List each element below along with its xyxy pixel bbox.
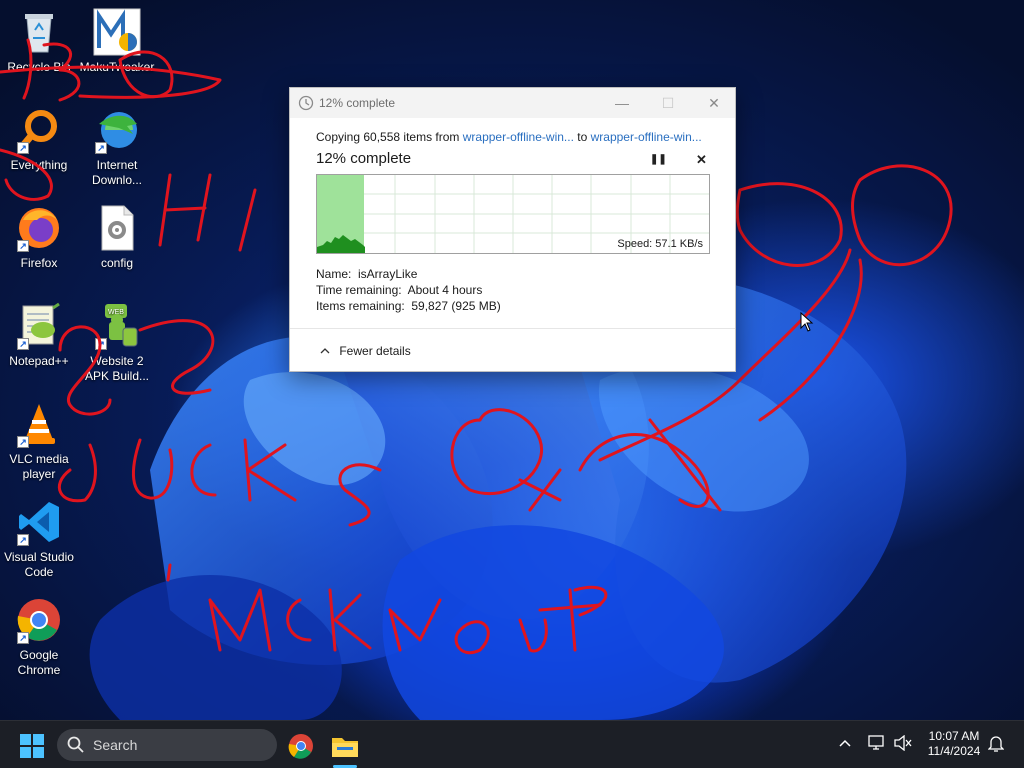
speed-readout: Speed: 57.1 KB/s: [617, 238, 703, 250]
recycle-bin-icon: [15, 8, 63, 56]
fewer-details-label: Fewer details: [339, 344, 411, 358]
volume-button[interactable]: [894, 734, 912, 754]
items-remaining-label: Items remaining:: [316, 299, 405, 313]
notepad-plus-plus-icon: ↗: [15, 302, 63, 350]
items-remaining-value: 59,827 (925 MB): [411, 299, 501, 313]
desktop-icon-chrome[interactable]: ↗ Google Chrome: [0, 596, 78, 678]
dialog-body: Copying 60,558 items from wrapper-offlin…: [316, 130, 710, 314]
shortcut-arrow-icon: ↗: [17, 142, 29, 154]
clock-date: 11/4/2024: [927, 744, 981, 758]
taskbar-search-box[interactable]: Search: [57, 729, 277, 761]
everything-search-icon: ↗: [15, 106, 63, 154]
desktop-icon-label: VLC media player: [9, 452, 69, 481]
desktop-icon-recycle-bin[interactable]: Recycle Bin: [0, 8, 78, 75]
internet-download-manager-icon: ↗: [93, 106, 141, 154]
desktop-icon-vscode[interactable]: ↗ Visual Studio Code: [0, 498, 78, 580]
desktop-icon-makutweaker[interactable]: MakuTweaker: [78, 8, 156, 75]
clock-time: 10:07 AM: [928, 729, 980, 743]
pause-button[interactable]: ❚❚: [650, 154, 667, 165]
cancel-copy-button[interactable]: ✕: [696, 152, 707, 168]
desktop-icon-everything[interactable]: ↗ Everything: [0, 106, 78, 173]
time-remaining-label: Time remaining:: [316, 283, 402, 297]
search-icon: [67, 736, 85, 757]
taskbar: Search 10:07 AM 11/4/2024: [0, 720, 1024, 768]
windows-logo-icon: [20, 734, 44, 758]
name-label: Name:: [316, 267, 352, 281]
network-button[interactable]: [868, 735, 886, 754]
dialog-titlebar[interactable]: 12% complete — ☐ ✕: [290, 88, 735, 118]
notifications-button[interactable]: [987, 735, 1005, 756]
volume-muted-icon: [894, 734, 912, 752]
items-remaining-row: Items remaining: 59,827 (925 MB): [316, 298, 709, 314]
time-remaining-value: About 4 hours: [407, 283, 483, 297]
shortcut-arrow-icon: ↗: [17, 436, 29, 448]
shortcut-arrow-icon: ↗: [17, 534, 29, 546]
desktop-icon-label: Website 2 APK Build...: [84, 354, 150, 383]
time-remaining-row: Time remaining: About 4 hours: [316, 282, 709, 298]
chevron-up-icon: [320, 345, 330, 355]
source-folder-link[interactable]: wrapper-offline-win...: [463, 130, 574, 144]
copy-summary: Copying 60,558 items from wrapper-offlin…: [316, 130, 709, 144]
desktop-icon-website2apk[interactable]: WEB ↗ Website 2 APK Build...: [78, 302, 156, 384]
chevron-up-icon: [839, 739, 851, 747]
copy-progress-icon: [298, 95, 314, 114]
minimize-button[interactable]: —: [599, 88, 645, 118]
taskbar-file-explorer-button[interactable]: [331, 733, 359, 764]
search-placeholder: Search: [93, 737, 138, 753]
desktop-icon-config[interactable]: config: [78, 204, 156, 271]
vscode-icon: ↗: [15, 498, 63, 546]
desktop-icon-label: Visual Studio Code: [4, 550, 74, 579]
copy-details: Name: isArrayLike Time remaining: About …: [316, 266, 709, 314]
makutweaker-icon: [93, 8, 141, 56]
firefox-icon: ↗: [15, 204, 63, 252]
shortcut-arrow-icon: ↗: [17, 338, 29, 350]
desktop-icon-label: Firefox: [20, 256, 58, 270]
copy-prefix-text: Copying 60,558 items from: [316, 130, 463, 144]
desktop-icon-label: Recycle Bin: [7, 60, 71, 74]
file-explorer-icon: [332, 738, 358, 757]
desktop[interactable]: Recycle Bin MakuTweaker ↗ Everything ↗ I…: [0, 0, 1024, 720]
chrome-icon: ↗: [15, 596, 63, 644]
to-text: to: [573, 130, 591, 144]
network-icon: [868, 735, 884, 750]
transfer-speed-graph: Speed: 57.1 KB/s: [316, 174, 710, 254]
desktop-icon-internet-download-manager[interactable]: ↗ Internet Downlo...: [78, 106, 156, 188]
name-value: isArrayLike: [358, 267, 418, 281]
desktop-icon-notepad-plus-plus[interactable]: ↗ Notepad++: [0, 302, 78, 369]
shortcut-arrow-icon: ↗: [95, 338, 107, 350]
details-divider: [290, 328, 735, 329]
config-file-icon: [93, 204, 141, 252]
chrome-icon: [288, 734, 313, 759]
dialog-title: 12% complete: [319, 96, 396, 110]
progress-header: 12% complete ❚❚ ✕: [316, 150, 709, 170]
vlc-icon: ↗: [15, 400, 63, 448]
file-copy-dialog[interactable]: 12% complete — ☐ ✕ Copying 60,558 items …: [289, 87, 736, 372]
bell-icon: [987, 736, 1005, 752]
fewer-details-button[interactable]: Fewer details: [320, 344, 411, 358]
close-button[interactable]: ✕: [691, 88, 737, 118]
desktop-icon-label: MakuTweaker: [79, 60, 155, 74]
start-button[interactable]: [20, 734, 44, 763]
desktop-icon-label: Notepad++: [9, 354, 69, 368]
desktop-icon-label: Google Chrome: [17, 648, 61, 677]
shortcut-arrow-icon: ↗: [95, 142, 107, 154]
show-hidden-icons-button[interactable]: [838, 736, 852, 753]
clock-button[interactable]: 10:07 AM 11/4/2024: [922, 729, 986, 759]
website2apk-icon: WEB ↗: [93, 302, 141, 350]
shortcut-arrow-icon: ↗: [17, 240, 29, 252]
taskbar-chrome-button[interactable]: [288, 733, 314, 764]
name-row: Name: isArrayLike: [316, 266, 709, 282]
maximize-button[interactable]: ☐: [645, 88, 691, 118]
percent-complete-title: 12% complete: [316, 150, 412, 167]
shortcut-arrow-icon: ↗: [17, 632, 29, 644]
mouse-cursor-icon: [800, 312, 814, 332]
desktop-icon-firefox[interactable]: ↗ Firefox: [0, 204, 78, 271]
desktop-icon-vlc[interactable]: ↗ VLC media player: [0, 400, 78, 482]
desktop-icon-label: Internet Downlo...: [91, 158, 143, 187]
destination-folder-link[interactable]: wrapper-offline-win...: [591, 130, 702, 144]
desktop-icon-label: Everything: [10, 158, 68, 172]
desktop-icon-label: config: [100, 256, 134, 270]
